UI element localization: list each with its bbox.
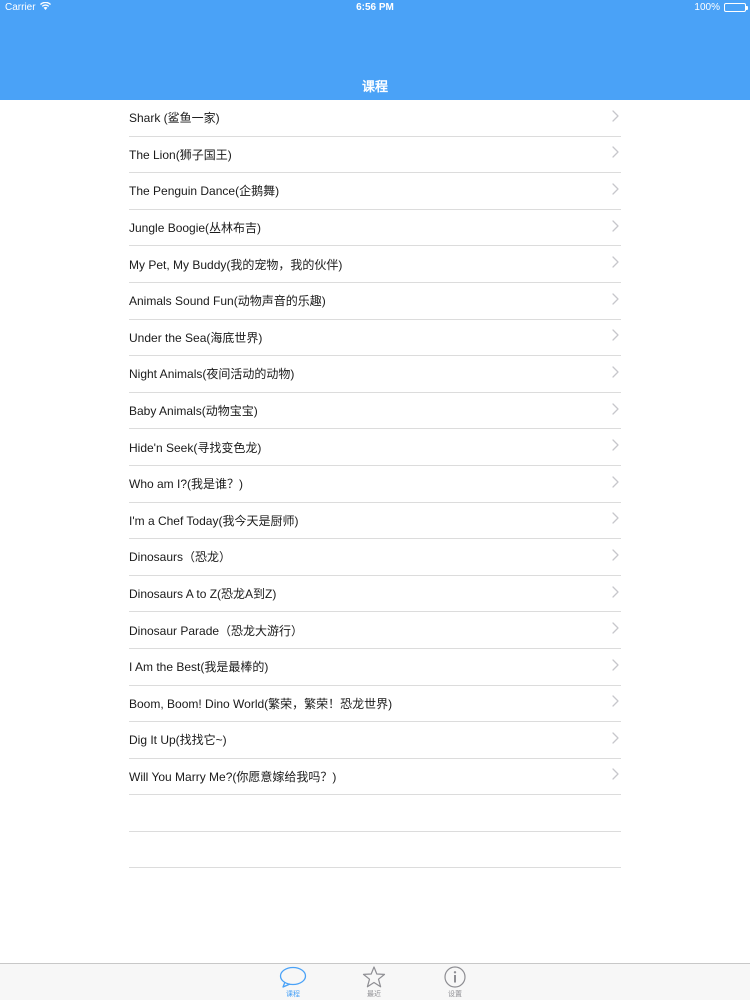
chevron-right-icon (612, 109, 619, 127)
list-item[interactable]: Jungle Boogie(丛林布吉) (129, 210, 621, 247)
battery-icon (724, 3, 748, 12)
chevron-right-icon (612, 694, 619, 712)
tab-settings[interactable]: 设置 (425, 966, 485, 1000)
list-item-label: Boom, Boom! Dino World(繁荣，繁荣！恐龙世界) (129, 696, 393, 711)
navigation-bar: Carrier 6:56 PM 100% 课程 (0, 0, 750, 100)
page-title: 课程 (361, 79, 388, 94)
list-item[interactable]: The Lion(狮子国王) (129, 137, 621, 174)
list-item[interactable]: Animals Sound Fun(动物声音的乐趣) (129, 283, 621, 320)
list-item[interactable]: I Am the Best(我是最棒的) (129, 649, 621, 686)
chevron-right-icon (612, 402, 619, 420)
list-item[interactable]: Who am I?(我是谁？) (129, 466, 621, 503)
list-item-label: Jungle Boogie(丛林布吉) (129, 221, 262, 236)
tab-label: 课程 (286, 991, 300, 998)
list-item[interactable]: Dinosaur Parade（恐龙大游行） (129, 612, 621, 649)
chevron-right-icon (612, 731, 619, 749)
list-item[interactable]: Night Animals(夜间活动的动物) (129, 356, 621, 393)
chevron-right-icon (612, 621, 619, 639)
list-item-label: Animals Sound Fun(动物声音的乐趣) (129, 294, 326, 309)
list-item[interactable]: Baby Animals(动物宝宝) (129, 393, 621, 430)
chevron-right-icon (612, 182, 619, 200)
tab-label: 设置 (448, 991, 462, 998)
chevron-right-icon (612, 475, 619, 493)
list-item-label: Dig It Up(找找它~) (129, 733, 227, 748)
status-bar: Carrier 6:56 PM 100% (0, 0, 750, 16)
status-time: 6:56 PM (356, 2, 394, 13)
list-item-label: I Am the Best(我是最棒的) (129, 660, 269, 675)
list-item[interactable]: Under the Sea(海底世界) (129, 320, 621, 357)
list-item[interactable]: The Penguin Dance(企鹅舞) (129, 173, 621, 210)
list-item[interactable]: Boom, Boom! Dino World(繁荣，繁荣！恐龙世界) (129, 686, 621, 723)
battery-percent: 100% (694, 2, 720, 13)
chevron-right-icon (612, 767, 619, 785)
tab-courses[interactable]: 课程 (263, 966, 323, 1000)
list-item[interactable]: My Pet, My Buddy(我的宠物，我的伙伴) (129, 246, 621, 283)
chevron-right-icon (612, 585, 619, 603)
chevron-right-icon (612, 328, 619, 346)
chevron-right-icon (612, 548, 619, 566)
list-item-label: The Penguin Dance(企鹅舞) (129, 184, 280, 199)
list-item-label: Dinosaurs（恐龙） (129, 550, 232, 565)
list-item-label: Shark (鲨鱼一家) (129, 111, 220, 126)
list-item[interactable]: Dig It Up(找找它~) (129, 722, 621, 759)
chevron-right-icon (612, 511, 619, 529)
status-right: 100% (694, 2, 748, 13)
list-item[interactable]: I'm a Chef Today(我今天是厨师) (129, 503, 621, 540)
chevron-right-icon (612, 292, 619, 310)
list-item[interactable]: Will You Marry Me?(你愿意嫁给我吗？) (129, 759, 621, 796)
chevron-right-icon (612, 438, 619, 456)
empty-row-separator (129, 832, 621, 869)
list-item-label: Who am I?(我是谁？) (129, 477, 244, 492)
info-icon (444, 966, 466, 988)
chevron-right-icon (612, 365, 619, 383)
chat-bubble-icon (279, 966, 307, 988)
list-item[interactable]: Dinosaurs（恐龙） (129, 539, 621, 576)
list-item-label: The Lion(狮子国王) (129, 147, 232, 162)
list-item-label: Dinosaur Parade（恐龙大游行） (129, 623, 304, 638)
list-item[interactable]: Shark (鲨鱼一家) (129, 100, 621, 137)
chevron-right-icon (612, 219, 619, 237)
chevron-right-icon (612, 658, 619, 676)
list-item-label: I'm a Chef Today(我今天是厨师) (129, 513, 299, 528)
list-item[interactable]: Dinosaurs A to Z(恐龙A到Z) (129, 576, 621, 613)
tab-recent[interactable]: 最近 (344, 966, 404, 1000)
chevron-right-icon (612, 145, 619, 163)
star-icon (362, 966, 386, 988)
list-item-label: My Pet, My Buddy(我的宠物，我的伙伴) (129, 257, 343, 272)
list-item-label: Under the Sea(海底世界) (129, 330, 263, 345)
list-item-label: Will You Marry Me?(你愿意嫁给我吗？) (129, 769, 337, 784)
course-list: Shark (鲨鱼一家) The Lion(狮子国王) The Penguin Da… (129, 100, 621, 869)
chevron-right-icon (612, 255, 619, 273)
tab-label: 最近 (367, 991, 381, 998)
list-item-label: Baby Animals(动物宝宝) (129, 404, 258, 419)
screen: Carrier 6:56 PM 100% 课程 Shark (鲨鱼一家) The … (0, 0, 750, 1000)
list-item-label: Dinosaurs A to Z(恐龙A到Z) (129, 587, 277, 602)
tab-bar: 课程 最近 设置 (0, 963, 750, 1000)
list-item-label: Night Animals(夜间活动的动物) (129, 367, 295, 382)
empty-row-separator (129, 795, 621, 832)
list-item[interactable]: Hide'n Seek(寻找变色龙) (129, 429, 621, 466)
list-item-label: Hide'n Seek(寻找变色龙) (129, 440, 262, 455)
